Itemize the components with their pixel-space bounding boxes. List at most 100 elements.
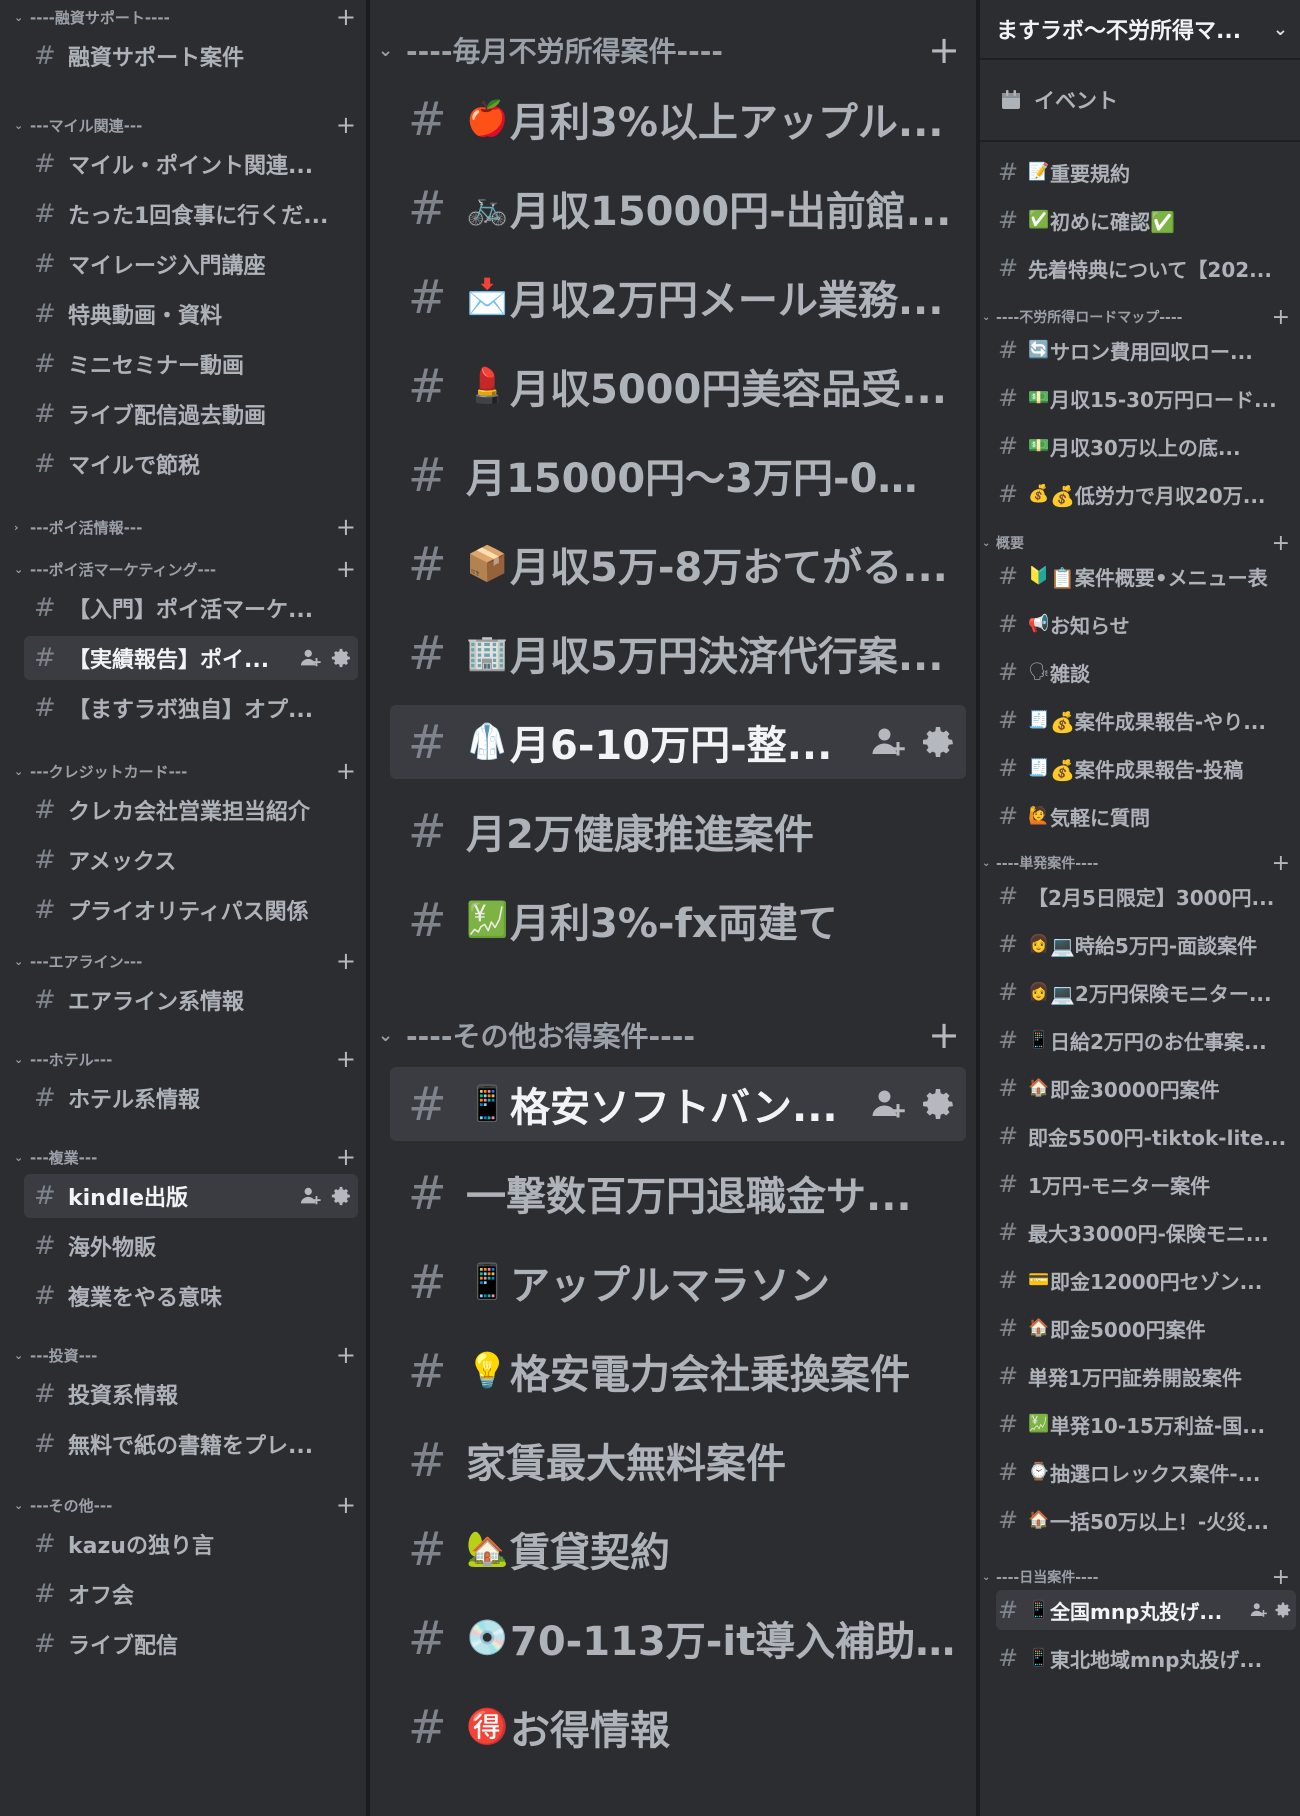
channel-item[interactable]: # 家賃最大無料案件 — [390, 1423, 966, 1497]
channel-item[interactable]: # 👩 💻2万円保険モニター... — [996, 972, 1296, 1012]
add-channel-icon[interactable]: + — [336, 758, 356, 784]
channel-item[interactable]: # 💰 💰低労力で月収20万... — [996, 474, 1296, 514]
add-channel-icon[interactable]: + — [336, 112, 356, 138]
channel-item[interactable]: # 🏢 月収5万円決済代行案... — [390, 616, 966, 690]
channel-item[interactable]: # 月15000円〜3万円-0円... — [390, 438, 966, 512]
channel-item[interactable]: # 📱 アップルマラソン — [390, 1245, 966, 1319]
settings-gear-icon[interactable] — [920, 724, 956, 760]
channel-item[interactable]: # ライブ配信 — [24, 1622, 358, 1666]
channel-item[interactable]: # 📢 お知らせ — [996, 604, 1296, 644]
settings-gear-icon[interactable] — [1274, 1601, 1292, 1619]
channel-item[interactable]: # 投資系情報 — [24, 1372, 358, 1416]
invite-members-icon[interactable] — [300, 647, 322, 669]
channel-item[interactable]: # アメックス — [24, 838, 358, 882]
add-channel-icon[interactable]: + — [1272, 532, 1290, 554]
add-channel-icon[interactable]: + — [1272, 1566, 1290, 1588]
channel-item[interactable]: # 🔰 📋案件概要•メニュー表 — [996, 556, 1296, 596]
settings-gear-icon[interactable] — [330, 647, 352, 669]
channel-item[interactable]: # 👩 💻時給5万円-面談案件 — [996, 924, 1296, 964]
add-channel-icon[interactable]: + — [336, 948, 356, 974]
channel-item[interactable]: # プライオリティパス関係 — [24, 888, 358, 932]
invite-members-icon[interactable] — [1250, 1601, 1268, 1619]
channel-item[interactable]: # 🍎 月利3%以上アップル... — [390, 82, 966, 156]
category-header[interactable]: ⌄ ---複業--- + — [0, 1144, 366, 1170]
invite-members-icon[interactable] — [871, 724, 907, 760]
category-header[interactable]: ⌄ ----毎月不労所得案件---- + — [370, 30, 976, 70]
add-channel-icon[interactable]: + — [1272, 306, 1290, 328]
channel-item[interactable]: # 💵 月収30万以上の底... — [996, 426, 1296, 466]
channel-item[interactable]: # ホテル系情報 — [24, 1076, 358, 1120]
channel-item[interactable]: # 🏡 賃貸契約 — [390, 1512, 966, 1586]
channel-item[interactable]: #1万円-モニター案件 — [996, 1164, 1296, 1204]
channel-item[interactable]: # 【ますラボ独自】オプ... — [24, 686, 358, 730]
add-channel-icon[interactable]: + — [1272, 852, 1290, 874]
channel-item[interactable]: # 単発1万円証券開設案件 — [996, 1356, 1296, 1396]
channel-item[interactable]: # 💵 月収15-30万円ロード... — [996, 378, 1296, 418]
add-channel-icon[interactable]: + — [336, 1144, 356, 1170]
channel-item[interactable]: # マイル・ポイント関連... — [24, 142, 358, 186]
channel-item[interactable]: # 一撃数百万円退職金サ... — [390, 1156, 966, 1230]
channel-item[interactable]: # 💡 格安電力会社乗換案件 — [390, 1334, 966, 1408]
channel-item[interactable]: # ✅ 初めに確認✅ — [996, 200, 1296, 240]
settings-gear-icon[interactable] — [920, 1086, 956, 1122]
category-header[interactable]: ⌄ ---その他--- + — [0, 1492, 366, 1518]
channel-item[interactable]: # 🥼 月6-10万円-整... — [390, 705, 966, 779]
channel-item[interactable]: # ライブ配信過去動画 — [24, 392, 358, 436]
invite-members-icon[interactable] — [871, 1086, 907, 1122]
add-channel-icon[interactable]: + — [336, 556, 356, 582]
category-header[interactable]: ⌄ ----単発案件---- + — [980, 852, 1300, 874]
invite-members-icon[interactable] — [300, 1185, 322, 1207]
channel-item[interactable]: # 先着特典について【202... — [996, 248, 1296, 288]
category-header[interactable]: ⌄ ---エアライン--- + — [0, 948, 366, 974]
channel-item[interactable]: # 🏠 即金30000円案件 — [996, 1068, 1296, 1108]
add-channel-icon[interactable]: + — [336, 1492, 356, 1518]
channel-item[interactable]: # 💿 70-113万-it導入補助... — [390, 1601, 966, 1675]
channel-item[interactable]: # マイレージ入門講座 — [24, 242, 358, 286]
channel-item[interactable]: # エアライン系情報 — [24, 978, 358, 1022]
channel-item[interactable]: # 【2月5日限定】3000円... — [996, 876, 1296, 916]
channel-item[interactable]: # 📩 月収2万円メール業務... — [390, 260, 966, 334]
category-header[interactable]: ⌄ ----融資サポート---- + — [0, 4, 366, 30]
category-header[interactable]: ⌄ ---ポイ活マーケティング--- + — [0, 556, 366, 582]
add-channel-icon[interactable]: + — [336, 1342, 356, 1368]
category-header[interactable]: ⌄ 概要 + — [980, 532, 1300, 554]
category-header[interactable]: ⌄ ----日当案件---- + — [980, 1566, 1300, 1588]
channel-item[interactable]: # 融資サポート案件 — [24, 34, 358, 78]
channel-item[interactable]: # kindle出版 — [24, 1174, 358, 1218]
channel-item[interactable]: # 最大33000円-保険モニ... — [996, 1212, 1296, 1252]
events-item[interactable]: イベント — [980, 60, 1300, 142]
channel-item[interactable]: # 月2万健康推進案件 — [390, 794, 966, 868]
channel-item[interactable]: # オフ会 — [24, 1572, 358, 1616]
channel-item[interactable]: # 📱 格安ソフトバン... — [390, 1067, 966, 1141]
channel-item[interactable]: # 特典動画・資料 — [24, 292, 358, 336]
channel-item[interactable]: # 📱 全国mnp丸投げ... — [996, 1590, 1296, 1630]
channel-item[interactable]: # 📝 重要規約 — [996, 152, 1296, 192]
channel-item[interactable]: # 🗣 雑談 — [996, 652, 1296, 692]
category-header[interactable]: ⌄ ----不労所得ロードマップ---- + — [980, 306, 1300, 328]
channel-item[interactable]: # 💄 月収5000円美容品受... — [390, 349, 966, 423]
channel-item[interactable]: # 🏠 即金5000円案件 — [996, 1308, 1296, 1348]
add-channel-icon[interactable]: + — [336, 4, 356, 30]
channel-item[interactable]: # ミニセミナー動画 — [24, 342, 358, 386]
channel-item[interactable]: # 【入門】ポイ活マーケ... — [24, 586, 358, 630]
channel-item[interactable]: # 無料で紙の書籍をプレ... — [24, 1422, 358, 1466]
server-header[interactable]: ますラボ〜不労所得マ... ⌄ — [980, 0, 1300, 60]
channel-item[interactable]: # 💹 単発10-15万利益-国... — [996, 1404, 1296, 1444]
channel-item[interactable]: # 💹 月利3%-fx両建て — [390, 883, 966, 957]
category-header[interactable]: › ---ポイ活情報--- + — [0, 514, 366, 540]
category-header[interactable]: ⌄ ----その他お得案件---- + — [370, 1015, 976, 1055]
category-header[interactable]: ⌄ ---クレジットカード--- + — [0, 758, 366, 784]
category-header[interactable]: ⌄ ---ホテル--- + — [0, 1046, 366, 1072]
category-header[interactable]: ⌄ ---投資--- + — [0, 1342, 366, 1368]
channel-item[interactable]: # 複業をやる意味 — [24, 1274, 358, 1318]
add-channel-icon[interactable]: + — [928, 1015, 960, 1055]
channel-item[interactable]: # 🧾 💰案件成果報告-投稿 — [996, 748, 1296, 788]
channel-item[interactable]: # たった1回食事に行くだ... — [24, 192, 358, 236]
channel-item[interactable]: # 📱 日給2万円のお仕事案... — [996, 1020, 1296, 1060]
channel-item[interactable]: # 海外物販 — [24, 1224, 358, 1268]
category-header[interactable]: ⌄ ---マイル関連--- + — [0, 112, 366, 138]
channel-item[interactable]: # 【実績報告】ポイ... — [24, 636, 358, 680]
channel-item[interactable]: # 💳 即金12000円セゾン... — [996, 1260, 1296, 1300]
channel-item[interactable]: # 🉐 お得情報 — [390, 1690, 966, 1764]
channel-item[interactable]: # ⌚ 抽選ロレックス案件-... — [996, 1452, 1296, 1492]
